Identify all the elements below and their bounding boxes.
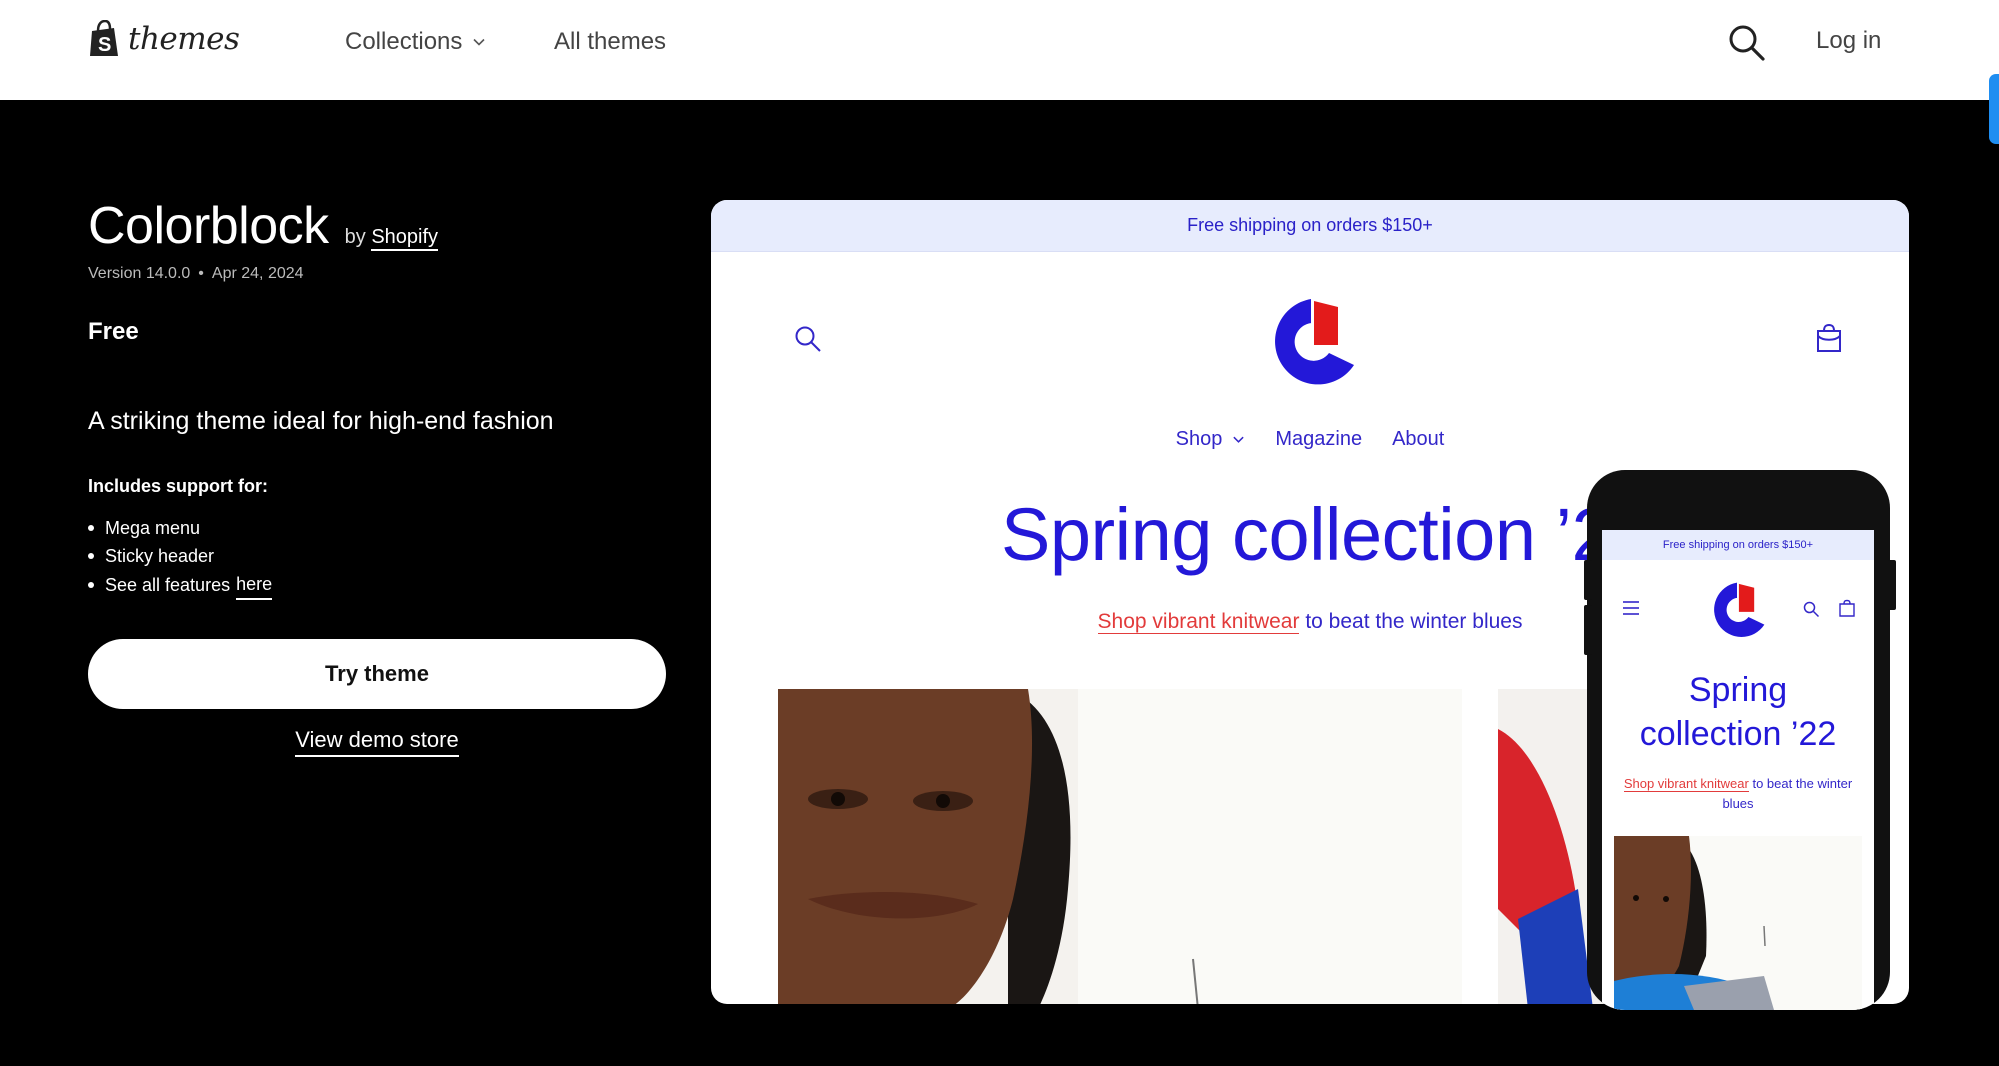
shopify-themes-logo[interactable]: S themes (88, 20, 240, 58)
preview-menu-shop: Shop (1176, 428, 1246, 451)
preview-headline: Spring collection ’22 (1001, 493, 1653, 576)
mobile-hero-photo (1614, 836, 1862, 1010)
mobile-screen: Free shipping on orders $150+ Spring col… (1602, 530, 1874, 1010)
theme-title-row: Colorblock by Shopify (88, 196, 439, 256)
mobile-headline: Spring collection ’22 (1639, 671, 1837, 753)
search-icon (795, 326, 821, 352)
chevron-down-icon (1233, 436, 1245, 443)
logo-text: themes (128, 21, 240, 57)
phone-side-button (1888, 560, 1896, 610)
release-date: Apr 24, 2024 (211, 265, 304, 282)
feature-list: Mega menu Sticky header See all features… (88, 514, 273, 600)
mobile-subheading: Shop vibrant knitwear to beat the winter… (1622, 774, 1854, 814)
feedback-edge-tab[interactable] (1989, 74, 1999, 144)
search-icon[interactable] (1726, 22, 1766, 62)
preview-menu-about: About (1392, 428, 1445, 450)
feature-item: See all features here (88, 570, 273, 600)
feature-item: Sticky header (88, 542, 272, 570)
search-icon (1803, 601, 1820, 618)
colorblock-logo-icon (1714, 582, 1765, 637)
features-here-link[interactable]: here (236, 570, 273, 600)
theme-version: Version 14.0.0 • Apr 24, 2024 (88, 265, 304, 283)
theme-author: by Shopify (344, 226, 439, 251)
cart-icon (1817, 323, 1841, 352)
preview-menu: Shop Magazine About (711, 428, 1909, 451)
view-demo-store-wrap: View demo store (0, 727, 754, 757)
theme-price: Free (88, 318, 139, 345)
svg-text:S: S (98, 34, 111, 56)
mobile-sub-link: Shop vibrant knitwear (1623, 776, 1749, 792)
try-theme-button[interactable]: Try theme (88, 639, 666, 709)
separator-dot: • (198, 265, 204, 282)
theme-tagline: A striking theme ideal for high-end fash… (88, 407, 554, 435)
cart-icon (1839, 599, 1855, 617)
nav-collections[interactable]: Collections (345, 28, 486, 56)
portrait-image (778, 689, 1462, 1004)
version-number: Version 14.0.0 (88, 265, 191, 282)
preview-sub-rest: to beat the winter blues (1305, 610, 1523, 633)
phone-side-button (1584, 560, 1592, 600)
nav-all-themes[interactable]: All themes (554, 28, 666, 56)
mobile-announcement-bar: Free shipping on orders $150+ (1602, 530, 1874, 560)
feature-item: Mega menu (88, 514, 272, 542)
preview-hero-photo (778, 689, 1462, 1004)
preview-menu-magazine: Magazine (1275, 428, 1363, 450)
support-heading: Includes support for: (88, 476, 268, 496)
chevron-down-icon (473, 38, 485, 46)
mobile-preview: Free shipping on orders $150+ Spring col… (1587, 470, 1890, 1010)
preview-announcement-bar: Free shipping on orders $150+ (711, 200, 1909, 252)
theme-name: Colorblock (88, 197, 329, 255)
phone-side-button (1584, 605, 1592, 655)
preview-sub-link: Shop vibrant knitwear (1097, 610, 1300, 634)
portrait-image (1614, 836, 1862, 1010)
by-prefix: by (344, 226, 366, 248)
login-link[interactable]: Log in (1816, 27, 1881, 55)
top-nav: S themes Collections All themes Log in (0, 0, 1999, 100)
nav-collections-label: Collections (345, 28, 463, 55)
author-link[interactable]: Shopify (371, 226, 439, 251)
colorblock-logo-icon (1275, 299, 1354, 385)
hamburger-menu-icon (1623, 601, 1639, 615)
shopify-bag-icon: S (90, 20, 118, 56)
view-demo-store-link[interactable]: View demo store (295, 727, 459, 757)
